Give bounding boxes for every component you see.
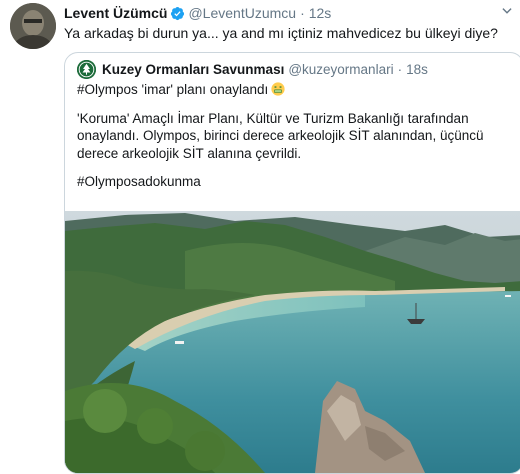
quoted-tweet-card[interactable]: Kuzey Ormanları Savunması @kuzeyormanlar…	[64, 52, 520, 474]
chevron-down-icon[interactable]	[500, 4, 514, 18]
tweet-text: Ya arkadaş bi durun ya... ya and mı içti…	[64, 25, 498, 41]
avatar[interactable]	[10, 3, 56, 49]
quoted-tweet-text: #Olympos 'imar' planı onaylandı 'Koruma'…	[77, 81, 511, 191]
quoted-author-handle[interactable]: @kuzeyormanlari	[288, 62, 393, 77]
quoted-tweet-header: Kuzey Ormanları Savunması @kuzeyormanlar…	[77, 59, 513, 79]
quoted-line-1: #Olympos 'imar' planı onaylandı	[77, 82, 269, 97]
quoted-tweet-photo[interactable]	[65, 211, 520, 473]
quoted-timestamp[interactable]: 18s	[406, 62, 428, 77]
quoted-paragraph-line-2: onaylandı. Olympos, birinci derece arkeo…	[77, 128, 484, 143]
author-name[interactable]: Levent Üzümcü	[64, 5, 167, 21]
separator-dot: ·	[300, 5, 305, 21]
hashtag-link[interactable]: #Olymposadokunma	[77, 173, 511, 191]
quoted-paragraph-line-3: derece arkeolojik SİT alanına çevrildi.	[77, 145, 302, 161]
tweet-timestamp[interactable]: 12s	[309, 5, 332, 21]
money-mouth-face-icon	[271, 82, 285, 96]
tweet-header: Levent Üzümcü @LeventUzumcu · 12s	[64, 4, 510, 22]
quoted-author-name[interactable]: Kuzey Ormanları Savunması	[102, 62, 284, 77]
tree-logo-icon	[77, 59, 96, 79]
verified-badge-icon	[171, 6, 185, 20]
quoted-paragraph-line-1: 'Koruma' Amaçlı İmar Planı, Kültür ve Tu…	[77, 110, 469, 126]
quoted-separator-dot: ·	[397, 61, 403, 77]
author-handle[interactable]: @LeventUzumcu	[188, 5, 296, 21]
